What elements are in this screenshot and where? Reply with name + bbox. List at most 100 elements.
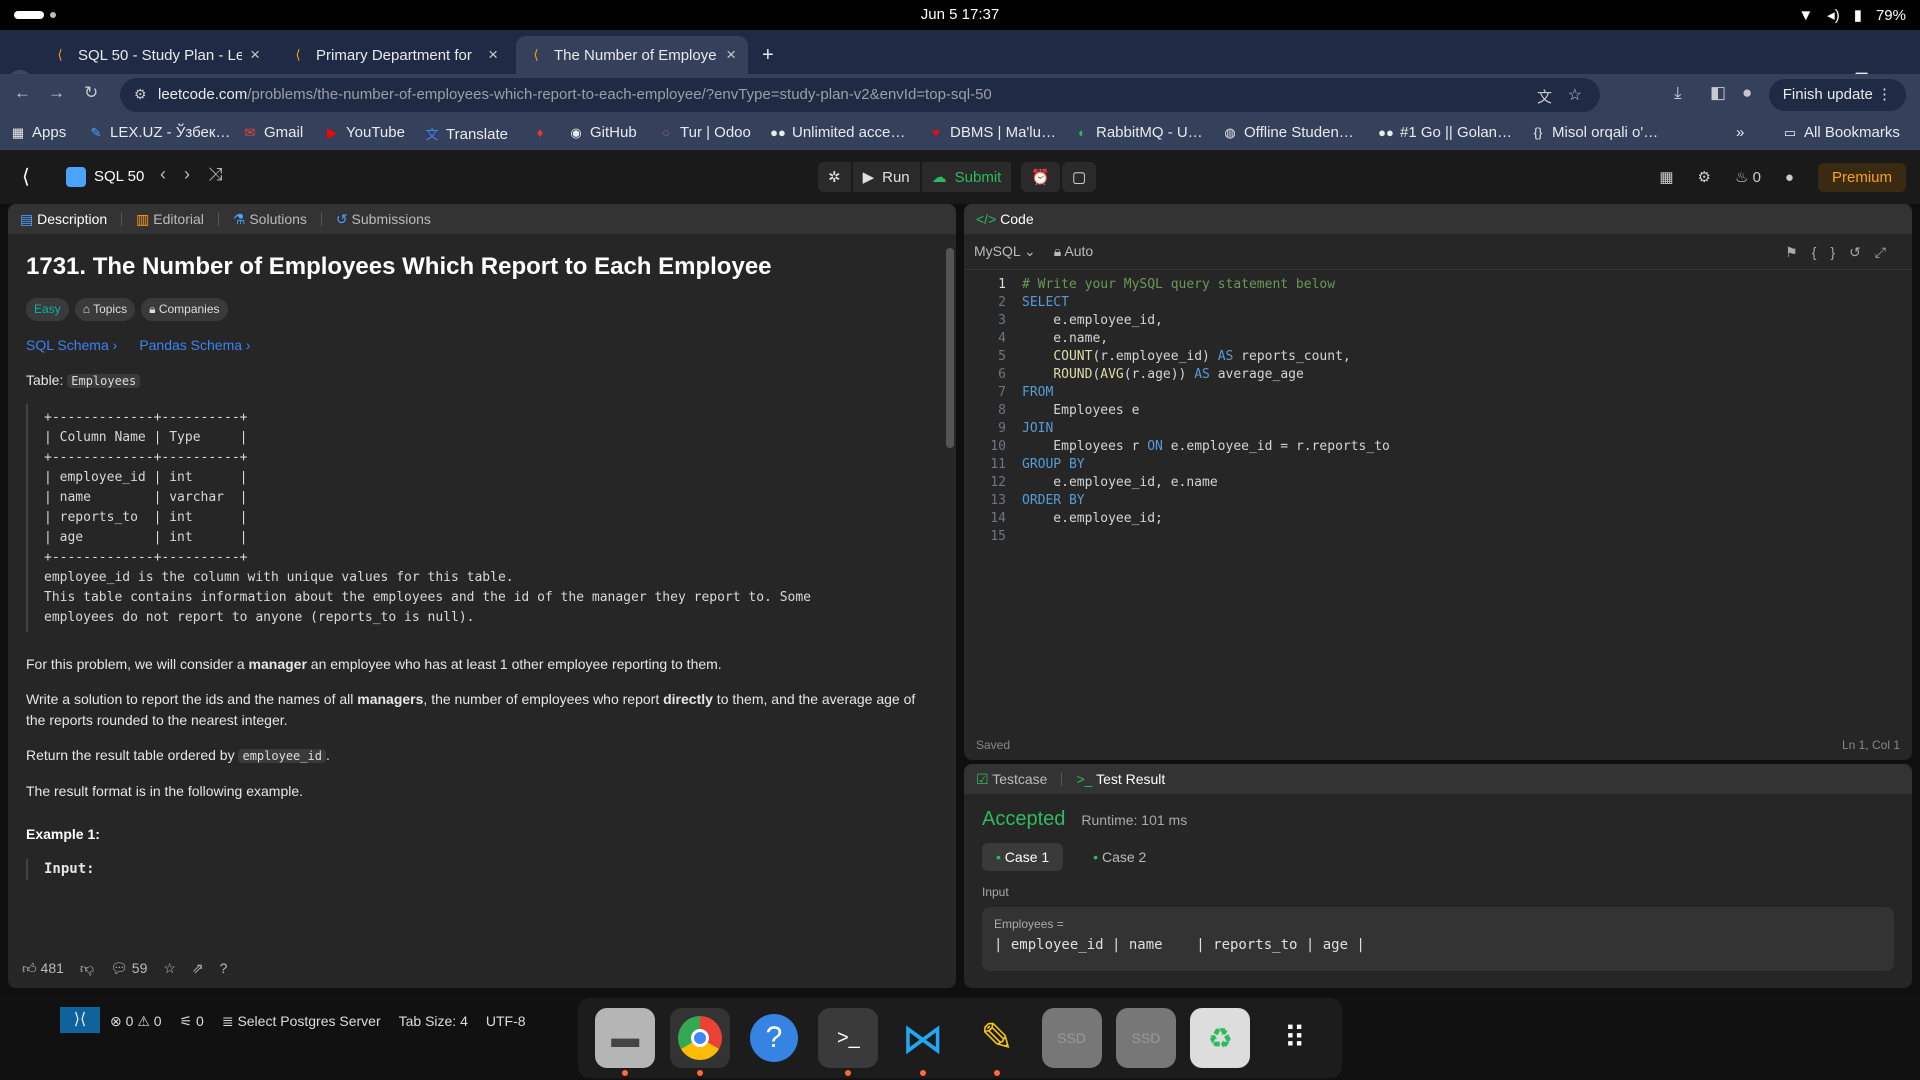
- profile-avatar-icon[interactable]: ●: [1742, 83, 1752, 103]
- files-app-icon[interactable]: ▬: [595, 1008, 656, 1076]
- companies-chip[interactable]: 🔒︎ Companies: [141, 298, 228, 321]
- browser-tab-active[interactable]: ⟨ The Number of Employe ×: [516, 36, 748, 74]
- bookmark-unnamed[interactable]: ♦: [532, 124, 554, 141]
- bookmark-apps[interactable]: ▦ Apps: [10, 124, 66, 141]
- browser-tab[interactable]: ⟨ Primary Department for ×: [278, 36, 510, 74]
- system-tray[interactable]: ▼ ◂) ▮ 79%: [1798, 6, 1906, 25]
- help-button[interactable]: ?: [220, 960, 228, 976]
- reload-icon[interactable]: ↻: [84, 83, 98, 103]
- new-tab-button[interactable]: +: [754, 36, 784, 74]
- comments-button[interactable]: 💬︎ 59: [110, 960, 147, 977]
- next-problem-icon[interactable]: ›: [184, 164, 208, 184]
- star-icon[interactable]: ☆: [1568, 85, 1582, 105]
- app-grid-icon[interactable]: ⠿: [1265, 1008, 1325, 1068]
- encoding[interactable]: UTF-8: [486, 1013, 526, 1029]
- dislike-button[interactable]: 👎︎: [80, 960, 94, 977]
- fullscreen-icon[interactable]: ⤢: [1875, 244, 1900, 260]
- bookmark-translate[interactable]: 文 Translate: [424, 124, 508, 143]
- autocomplete-mode[interactable]: 🔒︎ Auto: [1054, 243, 1093, 260]
- bookmark-golang[interactable]: ●● #1 Go || Golan…: [1378, 124, 1512, 141]
- download-icon[interactable]: ⤓: [1674, 83, 1682, 103]
- terminal-app-icon[interactable]: >_: [818, 1008, 879, 1076]
- back-arrow-icon[interactable]: ←: [14, 83, 31, 103]
- premium-button[interactable]: Premium: [1817, 162, 1906, 192]
- layout-icon[interactable]: ▦: [1659, 168, 1673, 186]
- streak-counter[interactable]: ♨ 0: [1735, 168, 1761, 186]
- address-bar[interactable]: ⚙ leetcode.com/problems/the-number-of-em…: [120, 78, 1600, 112]
- timer-button[interactable]: ⏰: [1021, 162, 1061, 192]
- close-tab-icon[interactable]: ×: [250, 45, 260, 65]
- trash-icon[interactable]: ♻: [1190, 1008, 1251, 1068]
- bookmark-dbms[interactable]: ♥ DBMS | Ma'lu…: [928, 124, 1056, 141]
- bookmark-youtube[interactable]: ▶ YouTube: [324, 124, 405, 141]
- prev-problem-icon[interactable]: ‹: [160, 164, 184, 184]
- run-button[interactable]: ▶ Run: [852, 162, 920, 192]
- share-button[interactable]: ⇗: [192, 960, 204, 977]
- tab-solutions[interactable]: ⚗ Solutions: [233, 211, 307, 228]
- sql-schema-link[interactable]: SQL Schema ›: [26, 335, 117, 356]
- bookmark-gmail[interactable]: ✉ Gmail: [242, 124, 304, 141]
- url-text[interactable]: leetcode.com/problems/the-number-of-empl…: [158, 86, 992, 103]
- browser-tab[interactable]: ⟨ SQL 50 - Study Plan - Lee ×: [40, 36, 272, 74]
- scrollbar-thumb[interactable]: [946, 248, 954, 448]
- code-tab[interactable]: </> Code: [976, 211, 1034, 227]
- leetcode-logo-icon[interactable]: ⟨: [22, 164, 46, 188]
- gear-icon[interactable]: ⚙: [1698, 168, 1711, 186]
- case-1-tab[interactable]: • Case 1: [982, 843, 1064, 871]
- bookmark-lexuz[interactable]: ✎ LEX.UZ - Ўзбек…: [88, 124, 231, 141]
- test-result-tab[interactable]: >_ Test Result: [1076, 771, 1165, 787]
- tab-description[interactable]: ▤ Description: [20, 211, 107, 228]
- translate-icon[interactable]: 文: [1537, 86, 1552, 107]
- bookmark-icon[interactable]: ⚑: [1785, 244, 1812, 260]
- problem-nav-arrows[interactable]: ‹›⤨: [160, 164, 240, 185]
- ordering-statement: Return the result table ordered by emplo…: [26, 747, 330, 763]
- problems-counter[interactable]: ⊗ 0 ⚠ 0: [110, 1013, 162, 1030]
- side-panel-icon[interactable]: ◧: [1710, 83, 1726, 103]
- bookmark-misol[interactable]: {} Misol orqali o'…: [1530, 124, 1659, 141]
- problem-title[interactable]: 1731. The Number of Employees Which Repo…: [26, 252, 924, 282]
- disk-drive-icon[interactable]: SSD: [1041, 1008, 1102, 1068]
- topics-chip[interactable]: ⌂ Topics: [74, 298, 136, 321]
- close-tab-icon[interactable]: ×: [488, 45, 498, 65]
- shuffle-icon[interactable]: ⤨: [208, 164, 240, 184]
- submit-button[interactable]: ☁ Submit: [921, 162, 1012, 192]
- debug-button[interactable]: ✲: [818, 162, 851, 192]
- tab-size[interactable]: Tab Size: 4: [399, 1013, 468, 1029]
- vscode-app-icon[interactable]: ⋈: [893, 1008, 953, 1076]
- pandas-schema-link[interactable]: Pandas Schema ›: [139, 335, 250, 356]
- os-clock[interactable]: Jun 5 17:37: [0, 6, 1920, 23]
- like-button[interactable]: 👍︎ 481: [22, 960, 64, 977]
- help-app-icon[interactable]: ?: [744, 1008, 804, 1068]
- bookmark-github[interactable]: ◉ GitHub: [568, 124, 636, 141]
- bookmark-rabbitmq[interactable]: ◐ RabbitMQ - U…: [1074, 124, 1203, 141]
- disk-drive-icon[interactable]: SSD: [1115, 1008, 1176, 1068]
- text-editor-app-icon[interactable]: ✎: [967, 1008, 1027, 1076]
- more-bookmarks-icon[interactable]: »: [1736, 124, 1744, 141]
- study-plan-link[interactable]: SQL 50: [66, 167, 144, 187]
- notes-button[interactable]: ▢: [1062, 162, 1097, 192]
- bookmark-offline-student[interactable]: ◍ Offline Studen…: [1222, 124, 1353, 141]
- description-scrollbar[interactable]: [946, 242, 954, 982]
- format-icon[interactable]: {}: [1812, 244, 1849, 260]
- all-bookmarks[interactable]: ▭ All Bookmarks: [1782, 124, 1900, 141]
- avatar[interactable]: ●: [1785, 169, 1794, 186]
- bookmark-odoo[interactable]: ○ Tur | Odoo: [658, 124, 751, 141]
- testcase-tab[interactable]: ☑ Testcase: [976, 771, 1047, 788]
- question-icon: ?: [219, 960, 228, 976]
- code-editor[interactable]: 1 # Write your MySQL query statement belo…: [964, 272, 1912, 732]
- postgres-server-select[interactable]: ≣ Select Postgres Server: [222, 1013, 381, 1030]
- forward-arrow-icon[interactable]: →: [48, 83, 65, 103]
- site-info-icon[interactable]: ⚙: [134, 86, 147, 103]
- close-tab-icon[interactable]: ×: [726, 45, 736, 65]
- tab-submissions[interactable]: ↺ Submissions: [336, 211, 431, 228]
- reset-icon[interactable]: ↺: [1849, 244, 1875, 260]
- favorite-button[interactable]: ☆: [163, 960, 176, 977]
- tab-editorial[interactable]: ▥ Editorial: [136, 211, 204, 228]
- case-2-tab[interactable]: • Case 2: [1079, 843, 1160, 871]
- finish-update-button[interactable]: Finish update ⋮: [1768, 79, 1906, 111]
- ports-counter[interactable]: ⚟ 0: [180, 1013, 204, 1030]
- bookmark-unlimited[interactable]: ●● Unlimited acce…: [770, 124, 905, 141]
- chrome-app-icon[interactable]: [669, 1008, 730, 1076]
- language-select[interactable]: MySQL ⌄: [974, 243, 1036, 260]
- remote-indicator[interactable]: ⟩⟨: [60, 1007, 100, 1033]
